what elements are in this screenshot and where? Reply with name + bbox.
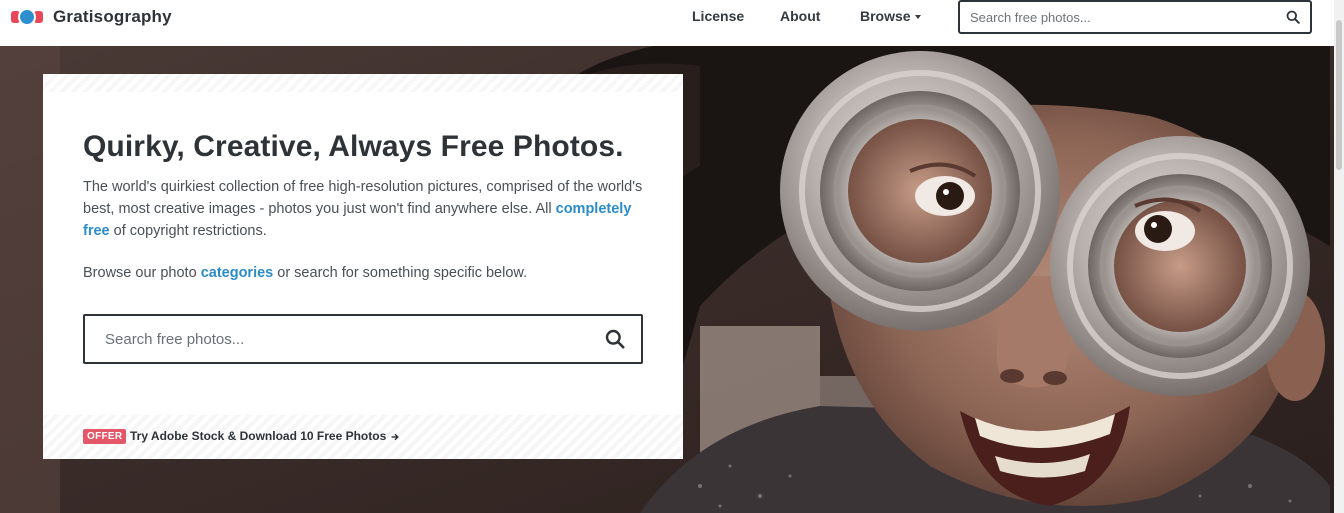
arrow-right-icon: [391, 433, 399, 441]
offer-link-text: Try Adobe Stock & Download 10 Free Photo…: [130, 429, 387, 443]
categories-link[interactable]: categories: [201, 265, 274, 281]
intro-description: The world's quirkiest collection of free…: [83, 176, 643, 242]
site-name: Gratisography: [53, 7, 172, 26]
main-search-input[interactable]: [85, 318, 589, 360]
offer-footer: OFFER Try Adobe Stock & Download 10 Free…: [43, 415, 683, 459]
page-title: Quirky, Creative, Always Free Photos.: [83, 130, 624, 163]
browse-prompt-text: Browse our photo: [83, 265, 201, 281]
header-search-input[interactable]: [960, 2, 1276, 32]
nav-browse-dropdown[interactable]: Browse: [860, 0, 921, 32]
card-top-stripe: [43, 74, 683, 92]
gratisography-logo-icon: [11, 8, 43, 26]
adobe-stock-offer-link[interactable]: Try Adobe Stock & Download 10 Free Photo…: [130, 429, 399, 444]
search-icon: [605, 329, 625, 349]
top-navigation-bar: Gratisography License About Browse: [0, 0, 1344, 46]
caret-down-icon: [914, 15, 921, 19]
header-search-box: [958, 0, 1312, 34]
offer-badge: OFFER: [83, 429, 127, 444]
main-search-button[interactable]: [589, 317, 641, 361]
page-scrollbar-thumb[interactable]: [1336, 20, 1342, 170]
site-logo[interactable]: Gratisography: [11, 6, 172, 28]
search-icon: [1286, 10, 1300, 24]
intro-description-tail: of copyright restrictions.: [109, 223, 267, 239]
browse-prompt-tail: or search for something specific below.: [273, 265, 528, 281]
browse-prompt: Browse our photo categories or search fo…: [83, 262, 527, 284]
main-search-box: [83, 314, 643, 364]
header-search-button[interactable]: [1276, 2, 1310, 32]
intro-card: Quirky, Creative, Always Free Photos. Th…: [43, 74, 683, 459]
nav-browse-label: Browse: [860, 8, 911, 24]
nav-license-link[interactable]: License: [692, 0, 744, 32]
nav-about-link[interactable]: About: [780, 0, 820, 32]
